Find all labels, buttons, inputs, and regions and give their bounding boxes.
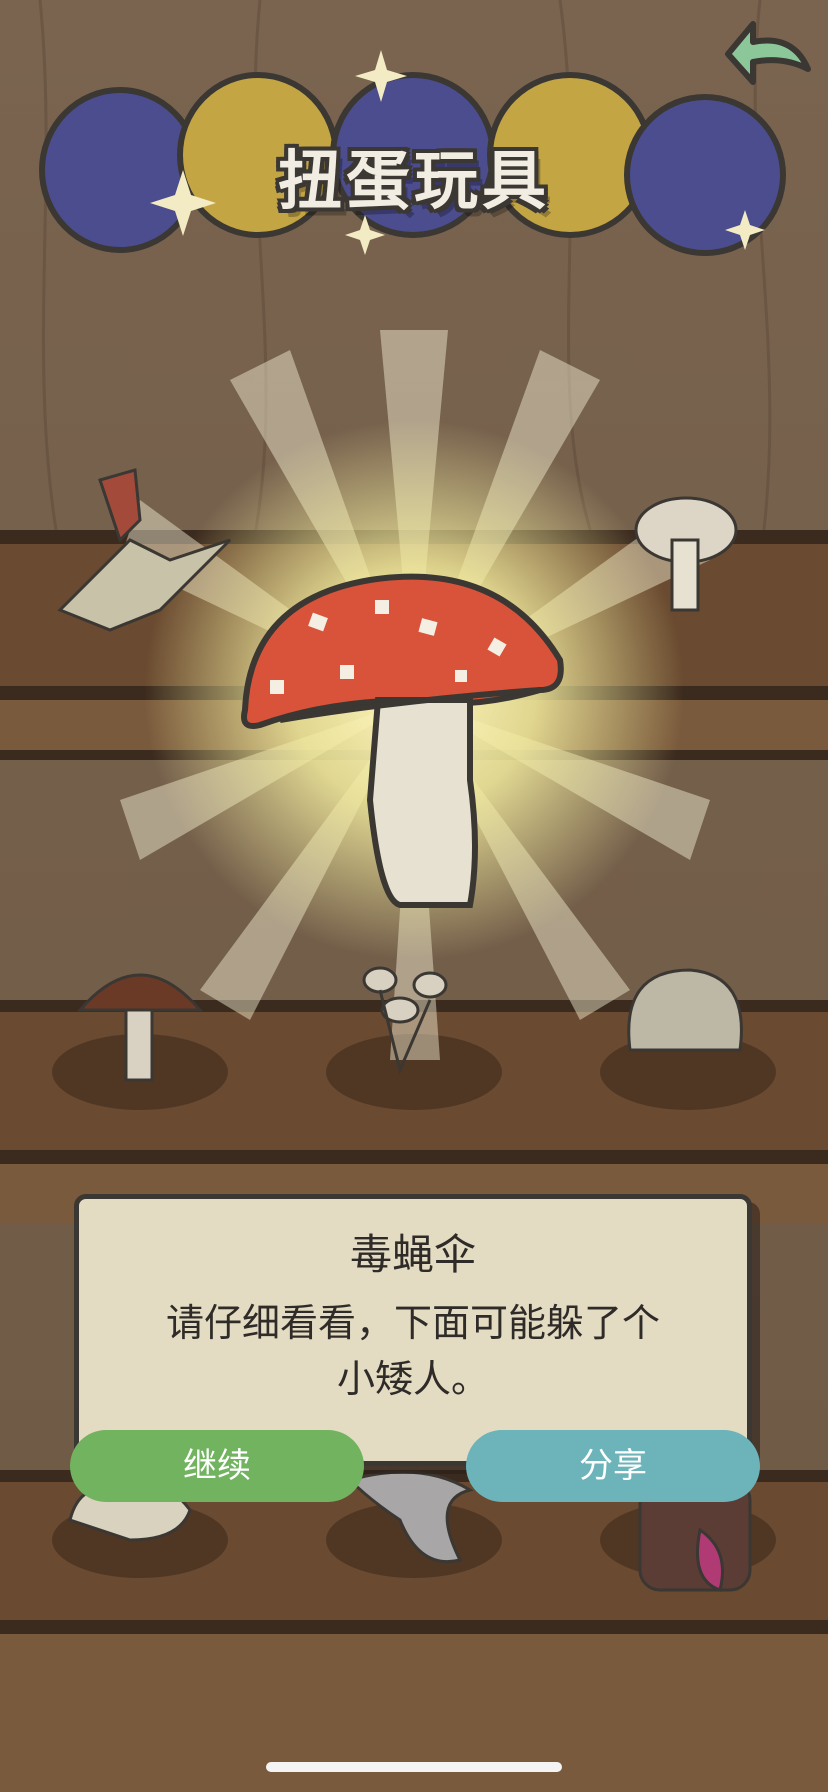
- share-button[interactable]: 分享: [466, 1430, 760, 1502]
- item-description: 请仔细看看，下面可能躲了个 小矮人。: [129, 1295, 697, 1407]
- home-indicator[interactable]: [266, 1762, 562, 1772]
- continue-button[interactable]: 继续: [70, 1430, 364, 1502]
- back-arrow-icon: [725, 21, 811, 85]
- page-title: 扭蛋玩具: [278, 145, 550, 219]
- item-description-line-1: 请仔细看看，下面可能躲了个: [165, 1301, 660, 1345]
- lions-mane-mushroom-icon: [627, 968, 743, 1052]
- game-scene: [0, 0, 828, 1792]
- back-button[interactable]: [708, 14, 818, 94]
- item-info-card: 毒蝇伞 请仔细看看，下面可能躲了个 小矮人。: [74, 1194, 752, 1466]
- item-description-line-2: 小矮人。: [336, 1357, 489, 1401]
- item-name: 毒蝇伞: [349, 1230, 476, 1279]
